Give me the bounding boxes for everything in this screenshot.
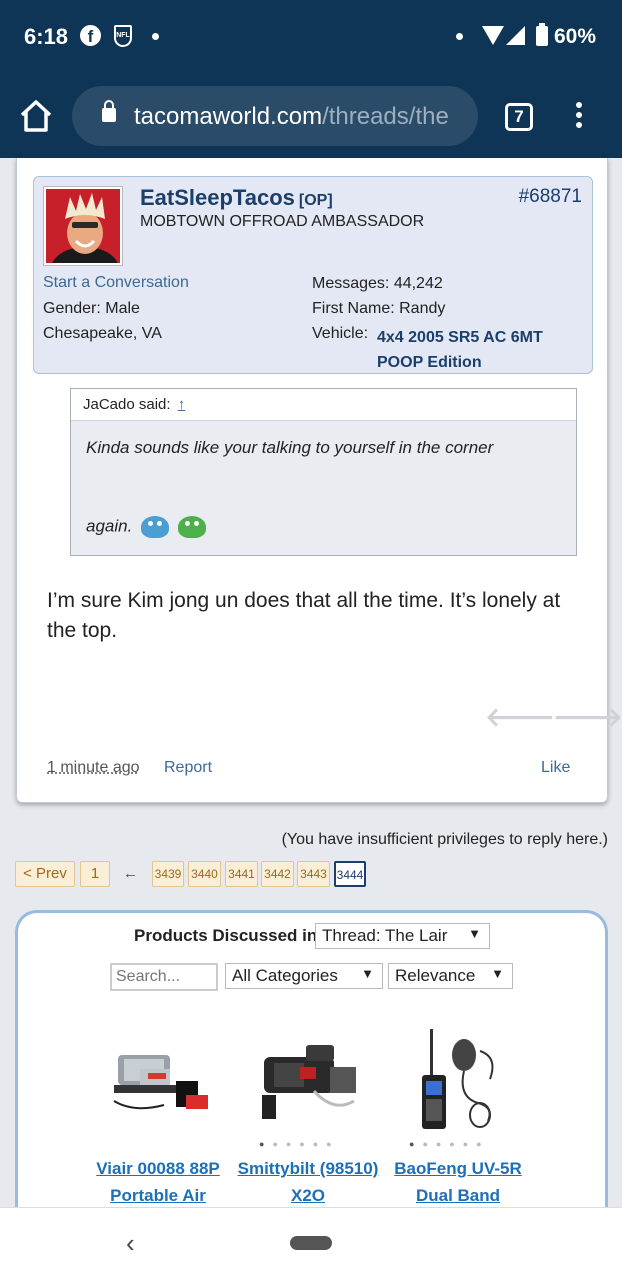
products-panel: Products Discussed in Thread: The Lair ▼…	[15, 910, 608, 1240]
home-pill-icon[interactable]	[290, 1236, 332, 1250]
arrow-left-icon[interactable]: 🡐	[485, 702, 555, 733]
username-text: EatSleepTacos	[140, 185, 295, 210]
carousel-dots: ●●●●●●	[409, 1139, 490, 1149]
avatar[interactable]	[44, 187, 122, 265]
product-search-input[interactable]	[110, 963, 218, 991]
sort-select[interactable]: Relevance ▼	[388, 963, 513, 989]
quote-jump-link[interactable]: ↑	[178, 396, 186, 413]
post-message: I’m sure Kim jong un does that all the t…	[47, 589, 561, 642]
page-button[interactable]: 3442	[261, 861, 294, 887]
dropdown-arrow-icon: ▼	[468, 926, 481, 941]
product-link[interactable]: Viair 00088 88P Portable Air	[83, 1155, 233, 1209]
blue-smiley-icon	[141, 516, 170, 538]
page-button[interactable]: 3441	[225, 861, 258, 887]
url-host: tacomaworld.com	[134, 103, 323, 130]
first-name-field: First Name: Randy	[312, 300, 446, 317]
username[interactable]: EatSleepTacos [OP]	[140, 185, 333, 211]
quote-text: Kinda sounds like your talking to yourse…	[86, 438, 494, 457]
wifi-icon	[482, 26, 504, 45]
avatar-image	[46, 189, 120, 263]
page-button[interactable]: 3439	[152, 861, 184, 887]
dropdown-arrow-icon: ▼	[491, 966, 504, 981]
url-text: tacomaworld.com/threads/the	[134, 103, 464, 131]
prev-page-button[interactable]: < Prev	[15, 861, 75, 887]
page-button[interactable]: 3440	[188, 861, 221, 887]
report-link[interactable]: Report	[164, 759, 212, 777]
battery-percent: 60%	[554, 25, 597, 48]
status-time: 6:18	[24, 24, 69, 49]
notification-dot-icon	[456, 33, 463, 40]
url-path: /threads/the	[322, 103, 449, 130]
vehicle-label: Vehicle:	[312, 325, 369, 342]
more-menu-icon[interactable]	[572, 102, 586, 132]
quote-text-end: again.	[86, 516, 206, 538]
facebook-icon: f	[80, 25, 101, 46]
tab-switcher-button[interactable]: 7	[505, 103, 533, 131]
product-image-winch[interactable]	[254, 1043, 362, 1125]
product-link[interactable]: Smittybilt (98510) X2O	[233, 1155, 383, 1209]
cell-signal-icon	[506, 26, 525, 45]
user-title: MOBTOWN OFFROAD AMBASSADOR	[140, 213, 425, 230]
quote-author: JaCado said:	[83, 396, 171, 413]
start-conversation-link[interactable]: Start a Conversation	[43, 274, 189, 292]
thread-select-value: Thread: The Lair	[322, 926, 448, 945]
lock-icon	[102, 100, 116, 122]
system-nav-bar: ‹	[0, 1207, 622, 1279]
home-icon[interactable]	[18, 98, 54, 134]
category-select-value: All Categories	[232, 966, 338, 985]
user-info-block: EatSleepTacos [OP] MOBTOWN OFFROAD AMBASS…	[33, 176, 593, 374]
page-jump-arrow[interactable]: ←	[123, 865, 138, 882]
product-image-radio[interactable]	[418, 1027, 502, 1133]
category-select[interactable]: All Categories ▼	[225, 963, 383, 989]
nfl-icon: NFL	[114, 25, 132, 47]
quote-header: JaCado said: ↑	[71, 389, 576, 421]
page-button[interactable]: 3443	[297, 861, 330, 887]
product-link[interactable]: BaoFeng UV-5R Dual Band	[383, 1155, 533, 1209]
browser-toolbar: tacomaworld.com/threads/the 7	[0, 76, 622, 158]
op-tag: [OP]	[298, 192, 333, 209]
dropdown-arrow-icon: ▼	[361, 966, 374, 981]
post-card: EatSleepTacos [OP] MOBTOWN OFFROAD AMBASS…	[16, 158, 622, 803]
notification-dot-icon	[152, 33, 159, 40]
vehicle-link[interactable]: 4x4 2005 SR5 AC 6MT POOP Edition	[377, 325, 577, 375]
arrow-right-icon[interactable]: 🡒	[553, 702, 622, 733]
post-nav-arrows: 🡐 🡒	[485, 702, 622, 732]
quote-text-line2: again.	[86, 516, 133, 536]
like-link[interactable]: Like	[541, 759, 570, 777]
post-number-link[interactable]: #68871	[519, 186, 582, 208]
products-title: Products Discussed in	[134, 926, 318, 945]
gender-field: Gender: Male	[43, 300, 140, 317]
sort-select-value: Relevance	[395, 966, 476, 985]
page-1-button[interactable]: 1	[80, 861, 110, 887]
carousel-dots: ●●●●●●	[259, 1139, 340, 1149]
current-page: 3444	[334, 861, 366, 887]
messages-count: Messages: 44,242	[312, 275, 443, 292]
location-field: Chesapeake, VA	[43, 325, 162, 342]
thread-select[interactable]: Thread: The Lair ▼	[315, 923, 490, 949]
privileges-note: (You have insufficient privileges to rep…	[281, 831, 608, 848]
status-bar: 6:18 f NFL 60%	[0, 0, 622, 76]
green-smiley-icon	[177, 516, 206, 538]
battery-icon	[536, 23, 548, 46]
product-image-compressor[interactable]	[104, 1047, 212, 1117]
url-bar[interactable]: tacomaworld.com/threads/the	[72, 86, 478, 146]
quote-block: JaCado said: ↑ Kinda sounds like your ta…	[70, 388, 577, 556]
back-icon[interactable]: ‹	[126, 1228, 135, 1259]
post-timestamp[interactable]: 1 minute ago	[47, 759, 140, 777]
